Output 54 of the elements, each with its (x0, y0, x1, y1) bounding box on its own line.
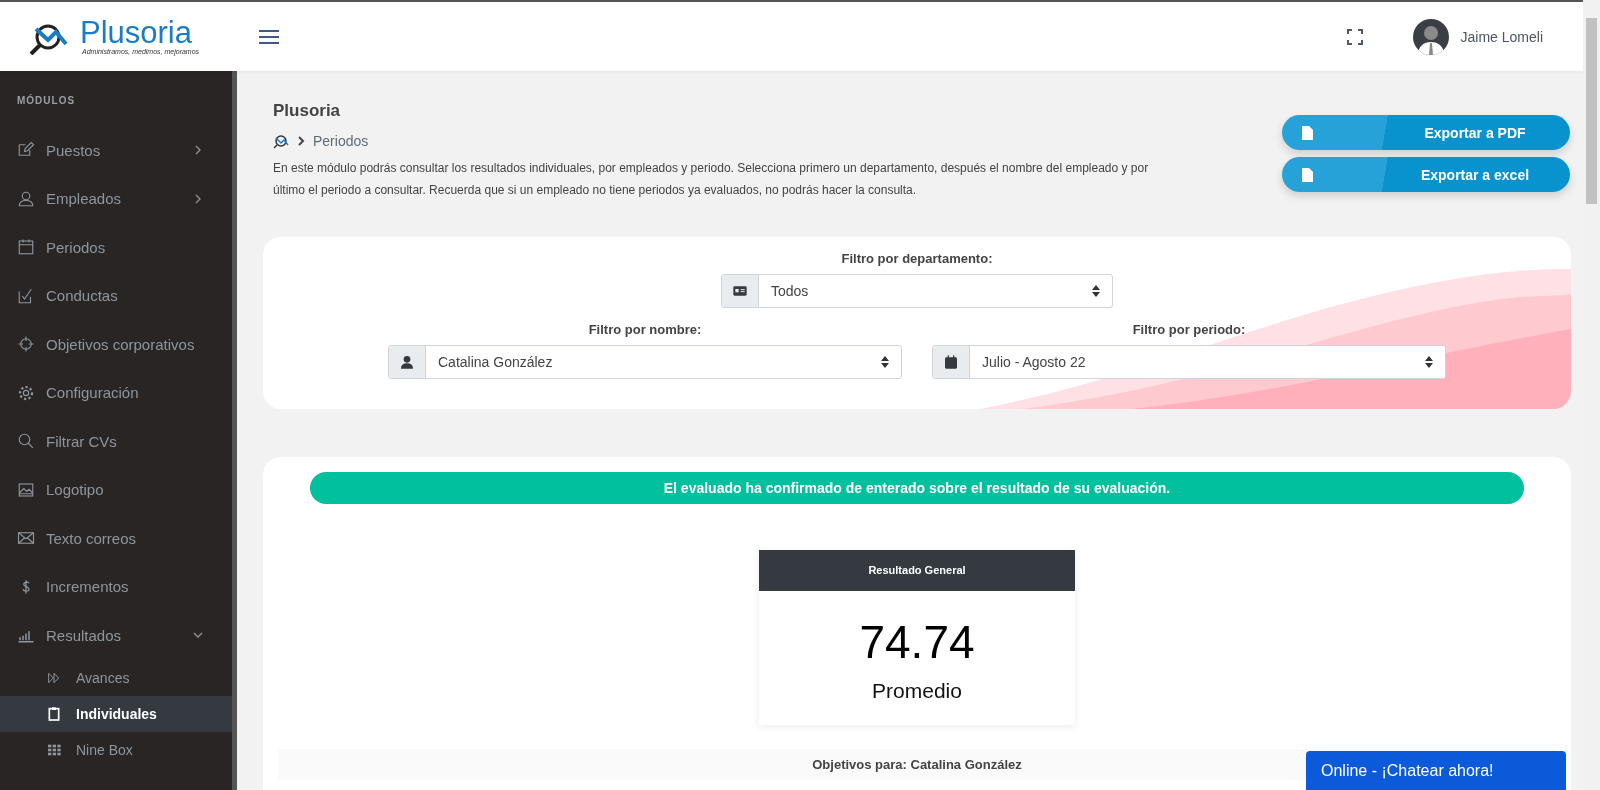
sidebar-subitem-icon (46, 705, 62, 722)
filter-icon (399, 354, 415, 370)
sidebar-item-icon (17, 480, 35, 499)
page-title: Plusoria (273, 101, 342, 121)
chevron-icon (297, 136, 305, 146)
sidebar-item[interactable]: Objetivos corporativos (0, 320, 232, 369)
sidebar-item[interactable]: Periodos (0, 223, 232, 272)
updown-icon (881, 356, 889, 368)
avatar-icon[interactable] (1412, 18, 1449, 55)
filter-label: Filtro por departamento: (840, 251, 994, 266)
sidebar-item[interactable]: Texto correos (0, 514, 232, 563)
sidebar-section-title: MÓDULOS (16, 93, 77, 108)
sidebar-item-icon (17, 238, 35, 257)
sidebar-item-icon (17, 335, 35, 354)
sidebar-item[interactable]: Resultados (0, 611, 232, 660)
sidebar-item[interactable]: Puestos (0, 126, 232, 175)
export-button[interactable]: Exportar a PDF (1282, 115, 1570, 150)
sidebar-item[interactable]: Logotipo (0, 465, 232, 514)
filter-icon (732, 283, 748, 299)
select-field[interactable]: Todos (721, 274, 1113, 308)
filter-icon (943, 354, 959, 370)
chat-button[interactable]: Online - ¡Chatear ahora! (1306, 751, 1566, 790)
score-label: Promedio (871, 678, 963, 704)
sidebar-item[interactable]: Conductas (0, 271, 232, 320)
sidebar-subitem[interactable]: Avances (0, 659, 232, 696)
score-value: 74.74 (858, 615, 976, 669)
export-button[interactable]: Exportar a excel (1282, 157, 1570, 192)
sidebar-item[interactable]: Configuración (0, 368, 232, 417)
sidebar-item-icon (17, 286, 35, 305)
select-field[interactable]: Julio - Agosto 22 (932, 345, 1446, 379)
sidebar-item-icon (17, 432, 35, 451)
result-card-header: Resultado General (759, 550, 1075, 591)
updown-icon (1092, 285, 1100, 297)
home-logo-icon[interactable] (273, 133, 289, 149)
sidebar-item-icon (17, 189, 35, 208)
sidebar-item[interactable]: Empleados (0, 174, 232, 223)
file-icon (1302, 125, 1313, 140)
status-banner: El evaluado ha confirmado de enterado sobre el resultado de su evaluación. (310, 472, 1524, 504)
sidebar-item[interactable]: Filtrar CVs (0, 417, 232, 466)
page-description: En este módulo podrás consultar los resultados individuales, por empleados y periodo. Selecciona primero un departamento, después el nombre del empleado y por último el periodo a consultar. Recuerda que si un empleado no tiene periodos ya evaluados, no podrás hacer la consulta. (273, 160, 1150, 199)
updown-icon (1425, 356, 1433, 368)
sidebar-subitem[interactable]: Individuales (0, 695, 232, 732)
logo-name: Plusoria (80, 18, 192, 48)
filter-label: Filtro por nombre: (587, 322, 703, 337)
file-icon (1302, 167, 1313, 182)
filter-label: Filtro por periodo: (1131, 322, 1247, 337)
user-name[interactable]: Jaime Lomeli (1460, 28, 1543, 45)
select-field[interactable]: Catalina González (388, 345, 902, 379)
fullscreen-icon[interactable] (1346, 28, 1363, 45)
sidebar-item[interactable]: Incrementos (0, 562, 232, 611)
sidebar-subitem[interactable]: Nine Box (0, 731, 232, 768)
sidebar-item-icon (17, 383, 35, 402)
breadcrumb-item[interactable]: Periodos (313, 133, 369, 149)
menu-icon[interactable] (258, 27, 280, 46)
